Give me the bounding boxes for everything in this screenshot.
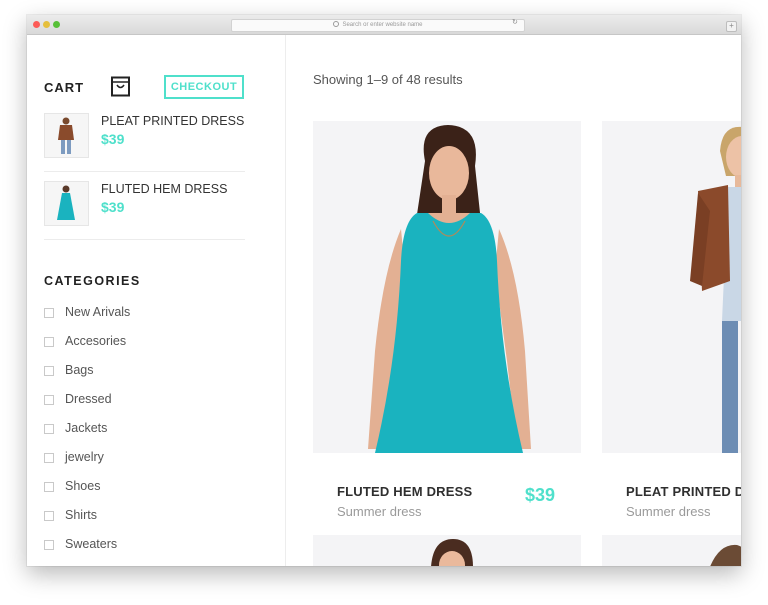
category-label: Sweaters <box>65 537 118 551</box>
plus-icon[interactable]: + <box>726 21 737 32</box>
search-icon <box>333 21 340 27</box>
product-subtitle: Summer dress <box>337 504 422 519</box>
address-placeholder: Search or enter website name <box>342 22 423 28</box>
divider <box>44 171 245 172</box>
product-name[interactable]: FLUTED HEM DRESS <box>337 484 472 499</box>
cart-item-price: $39 <box>101 199 125 215</box>
close-window-button[interactable] <box>33 21 40 28</box>
reload-icon[interactable]: ↻ <box>512 18 518 26</box>
product-card[interactable] <box>313 535 581 566</box>
category-checkbox[interactable] <box>44 424 54 434</box>
cart-item-name: FLUTED HEM DRESS <box>101 182 228 196</box>
category-checkbox[interactable] <box>44 453 54 463</box>
cart-item-thumbnail <box>44 181 89 226</box>
category-checkbox[interactable] <box>44 540 54 550</box>
category-label: Shoes <box>65 479 101 493</box>
category-checkbox[interactable] <box>44 308 54 318</box>
product-image <box>431 539 473 566</box>
divider <box>44 239 245 240</box>
product-thumbnail-image <box>57 185 75 220</box>
model-leather-jacket-image <box>690 126 741 453</box>
cart-title: CART <box>44 80 85 95</box>
address-bar[interactable]: Search or enter website name <box>231 19 525 32</box>
browser-window: Search or enter website name ↻ + CART CH… <box>27 15 741 566</box>
category-checkbox[interactable] <box>44 395 54 405</box>
category-checkbox[interactable] <box>44 511 54 521</box>
category-label: Bags <box>65 363 94 377</box>
product-image <box>710 544 741 566</box>
cart-item-thumbnail <box>44 113 89 158</box>
product-image[interactable] <box>602 121 741 453</box>
model-teal-dress-image <box>368 125 531 453</box>
product-subtitle: Summer dress <box>626 504 711 519</box>
product-thumbnail-image <box>58 117 74 154</box>
category-checkbox[interactable] <box>44 366 54 376</box>
category-label: Dressed <box>65 392 112 406</box>
browser-titlebar: Search or enter website name ↻ + <box>27 15 741 35</box>
product-name[interactable]: PLEAT PRINTED DRESS <box>626 484 741 499</box>
minimize-window-button[interactable] <box>43 21 50 28</box>
zoom-window-button[interactable] <box>53 21 60 28</box>
shopping-bag-icon[interactable] <box>111 76 130 97</box>
category-label: Accesories <box>65 334 127 348</box>
category-label: New Arivals <box>65 305 131 319</box>
product-price: $39 <box>525 485 556 505</box>
categories-title: CATEGORIES <box>44 274 141 288</box>
product-card[interactable] <box>602 535 741 566</box>
category-label: jewelry <box>65 450 104 464</box>
cart-item-price: $39 <box>101 131 125 147</box>
results-count: Showing 1–9 of 48 results <box>313 72 463 87</box>
cart-item-name: PLEAT PRINTED DRESS <box>101 114 245 128</box>
category-checkbox[interactable] <box>44 482 54 492</box>
category-checkbox[interactable] <box>44 337 54 347</box>
product-image[interactable] <box>313 121 581 453</box>
category-label: Jackets <box>65 421 108 435</box>
checkout-button[interactable]: CHECKOUT <box>164 75 244 99</box>
category-label: Shirts <box>65 508 97 522</box>
